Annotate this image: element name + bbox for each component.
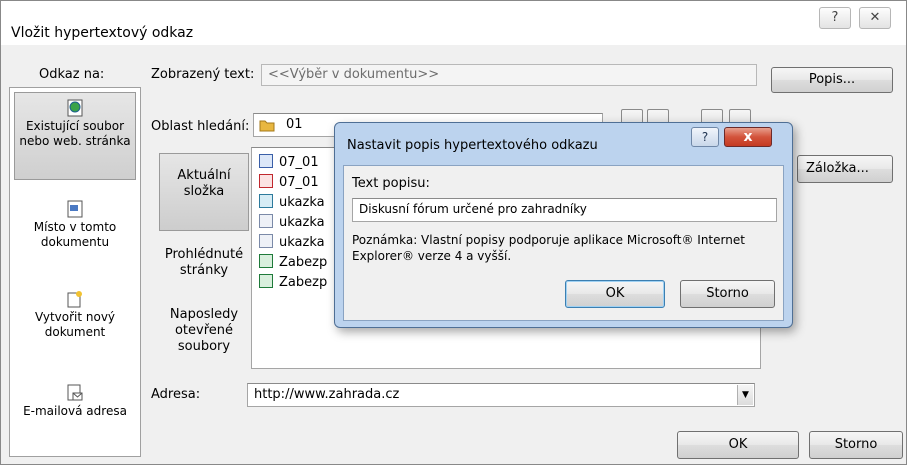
tooltip-text-label: Text popisu: xyxy=(352,176,430,191)
file-name: ukazka xyxy=(279,195,325,210)
display-text-label: Zobrazený text: xyxy=(151,67,255,82)
search-in-label: Oblast hledání: xyxy=(151,119,250,134)
list-item[interactable]: 07_01 xyxy=(259,153,319,173)
tab-browsed-pages[interactable]: Prohlédnuté stránky xyxy=(159,245,249,295)
dialog-title: Vložit hypertextový odkaz xyxy=(11,25,194,41)
bookmark-button[interactable]: Záložka... xyxy=(797,155,893,183)
chevron-down-icon[interactable]: ▼ xyxy=(737,385,753,405)
popup-note: Poznámka: Vlastní popisy podporuje aplik… xyxy=(352,233,745,263)
document-file-icon xyxy=(259,234,273,248)
file-name: ukazka xyxy=(279,235,325,250)
popup-body: Text popisu: Diskusní fórum určené pro z… xyxy=(343,165,784,321)
pdf-file-icon xyxy=(259,174,273,188)
link-email-label: E-mailová adresa xyxy=(23,404,127,418)
help-button[interactable]: ? xyxy=(819,7,851,29)
search-in-value: 01 xyxy=(286,117,303,132)
list-item[interactable]: Zabezp xyxy=(259,253,327,273)
link-to-panel: Existující soubor nebo web. stránka Míst… xyxy=(9,87,141,457)
link-new-document[interactable]: Vytvořit nový dokument xyxy=(14,286,136,346)
display-text-field[interactable]: <<Výběr v dokumentu>> xyxy=(261,64,757,86)
file-name: Zabezp xyxy=(279,255,328,270)
address-label: Adresa: xyxy=(151,387,201,402)
link-place-in-document[interactable]: Místo v tomto dokumentu xyxy=(14,196,136,256)
globe-file-icon xyxy=(67,99,83,117)
tab-recent-files[interactable]: Naposledy otevřené soubory xyxy=(159,307,249,367)
popup-help-button[interactable]: ? xyxy=(691,127,719,147)
background-strip xyxy=(0,466,912,475)
tooltip-text-input[interactable]: Diskusní fórum určené pro zahradníky xyxy=(352,198,777,222)
popup-close-button[interactable]: x xyxy=(724,127,772,147)
document-file-icon xyxy=(259,214,273,228)
document-place-icon xyxy=(67,200,83,218)
link-existing-file-label: Existující soubor nebo web. stránka xyxy=(19,119,131,148)
list-item[interactable]: Zabezp xyxy=(259,273,327,293)
link-new-document-label: Vytvořit nový dokument xyxy=(34,310,116,339)
close-button[interactable]: ✕ xyxy=(859,7,891,29)
email-icon xyxy=(67,384,83,401)
new-document-icon xyxy=(67,291,82,308)
popup-title: Nastavit popis hypertextového odkazu xyxy=(347,138,598,153)
tab-current-folder[interactable]: Aktuální složka xyxy=(159,153,249,231)
address-value: http://www.zahrada.cz xyxy=(254,387,400,402)
image-file-icon xyxy=(259,194,273,208)
file-name: ukazka xyxy=(279,215,325,230)
word-file-icon xyxy=(259,154,273,168)
excel-file-icon xyxy=(259,274,273,288)
list-item[interactable]: ukazka xyxy=(259,233,325,253)
link-existing-file[interactable]: Existující soubor nebo web. stránka xyxy=(14,92,136,180)
title-bar: Vložit hypertextový odkaz ? ✕ xyxy=(1,1,906,45)
display-text-value: <<Výběr v dokumentu>> xyxy=(268,67,440,82)
link-to-label: Odkaz na: xyxy=(39,67,105,82)
ok-button[interactable]: OK xyxy=(677,431,799,459)
link-email-address[interactable]: E-mailová adresa xyxy=(14,380,136,440)
address-field[interactable]: http://www.zahrada.cz ▼ xyxy=(247,383,755,407)
popup-ok-button[interactable]: OK xyxy=(565,280,665,308)
set-tooltip-dialog: Nastavit popis hypertextového odkazu ? x… xyxy=(334,122,793,328)
tooltip-button[interactable]: Popis... xyxy=(771,67,893,93)
file-name: 07_01 xyxy=(279,155,319,170)
list-item[interactable]: 07_01 xyxy=(259,173,319,193)
link-place-label: Místo v tomto dokumentu xyxy=(33,220,117,249)
list-item[interactable]: ukazka xyxy=(259,193,325,213)
excel-file-icon xyxy=(259,254,273,268)
folder-icon xyxy=(259,120,275,132)
tooltip-text-value: Diskusní fórum určené pro zahradníky xyxy=(359,202,587,216)
popup-cancel-button[interactable]: Storno xyxy=(680,280,775,308)
file-name: Zabezp xyxy=(279,275,328,290)
list-item[interactable]: ukazka xyxy=(259,213,325,233)
cancel-button[interactable]: Storno xyxy=(809,431,903,459)
file-name: 07_01 xyxy=(279,175,319,190)
